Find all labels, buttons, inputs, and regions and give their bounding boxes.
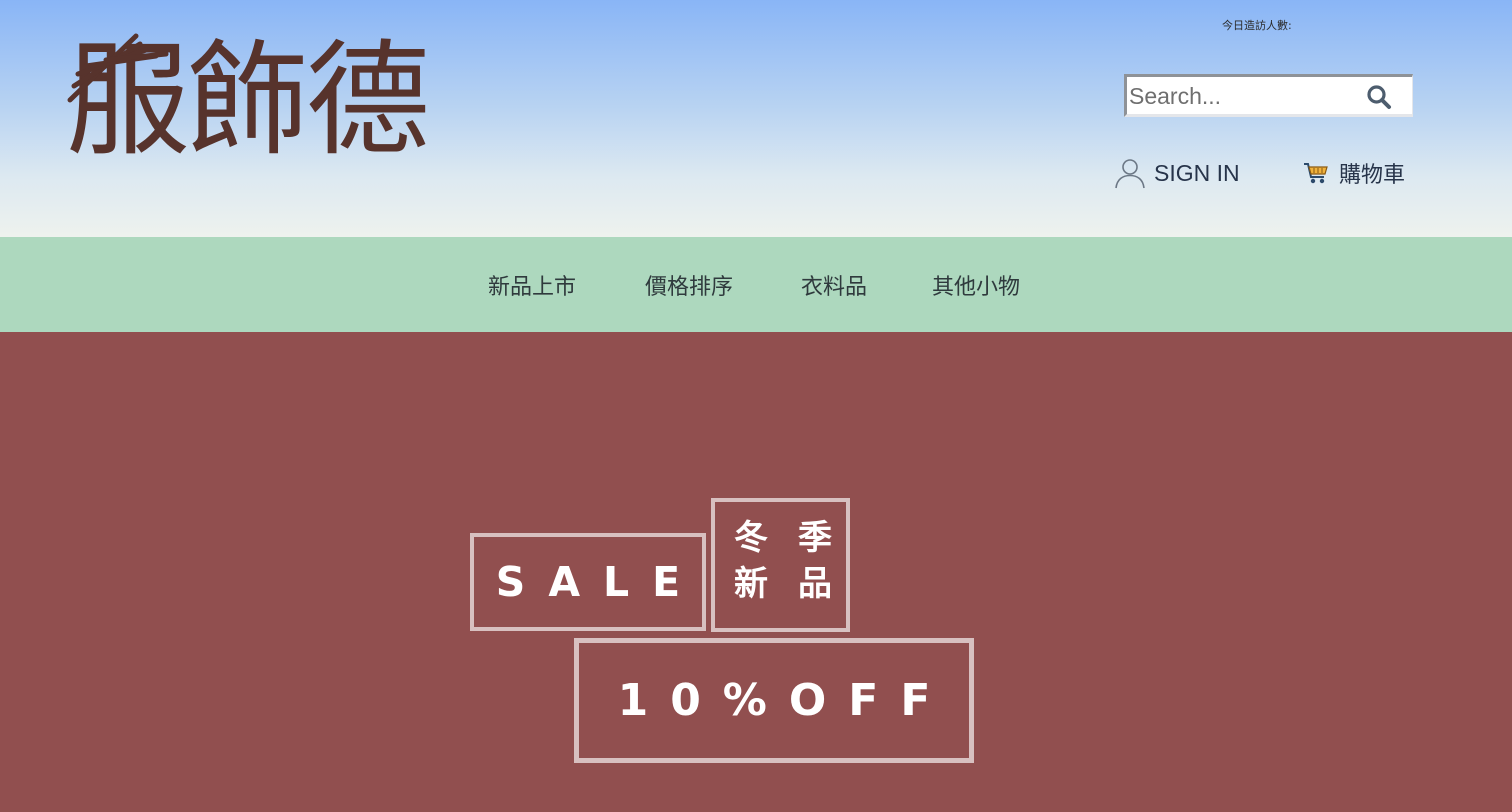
nav-item-new-arrivals[interactable]: 新品上市: [488, 269, 576, 301]
site-logo[interactable]: 服飾德: [66, 28, 456, 178]
visitor-count-label: 今日造訪人數:: [1222, 19, 1292, 32]
nav-item-accessories[interactable]: 其他小物: [932, 269, 1020, 301]
sale-text: SALE: [495, 558, 704, 606]
nav-item-price-sort[interactable]: 價格排序: [645, 269, 733, 301]
season-char: 新: [734, 564, 768, 604]
site-header: 服飾德 今日造訪人數: SIGN IN: [0, 0, 1512, 237]
sale-banner-box: SALE: [470, 533, 706, 631]
search-input[interactable]: [1129, 80, 1359, 112]
discount-text: 10%OFF: [617, 675, 953, 726]
search-button[interactable]: [1366, 84, 1392, 110]
logo-stripes-icon: [67, 33, 169, 103]
sign-in-link[interactable]: SIGN IN: [1114, 156, 1240, 190]
sign-in-label: SIGN IN: [1154, 159, 1240, 186]
search-box: [1124, 74, 1413, 117]
season-char: 冬: [734, 518, 768, 558]
cart-link[interactable]: 購物車: [1303, 156, 1405, 190]
cart-label: 購物車: [1339, 163, 1406, 188]
cart-icon: [1304, 163, 1328, 184]
season-char: 季: [798, 518, 832, 558]
discount-banner-box: 10%OFF: [574, 638, 974, 763]
search-icon: [1367, 85, 1391, 109]
nav-item-clothing[interactable]: 衣料品: [801, 269, 867, 301]
user-icon: [1115, 159, 1145, 189]
winter-new-box: 冬 季 新 品: [711, 498, 850, 632]
season-char: 品: [798, 564, 832, 604]
main-nav: 新品上市 價格排序 衣料品 其他小物: [0, 237, 1512, 332]
